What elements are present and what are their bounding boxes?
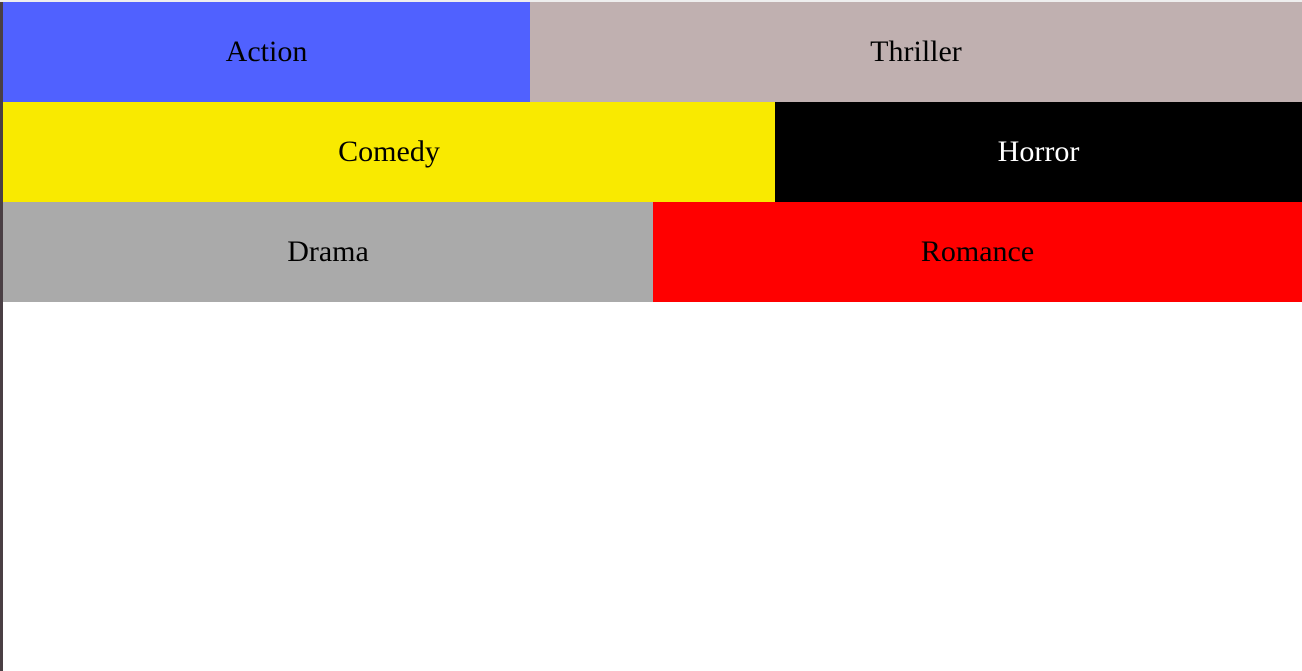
genre-tile-horror[interactable]: Horror — [775, 102, 1302, 202]
genre-tile-comedy[interactable]: Comedy — [3, 102, 775, 202]
genre-tile-thriller[interactable]: Thriller — [530, 2, 1302, 102]
genre-tile-action[interactable]: Action — [3, 2, 530, 102]
genre-row: Drama Romance — [3, 202, 1302, 302]
genre-grid: Action Thriller Comedy Horror Drama Roma… — [3, 2, 1302, 302]
genre-row: Action Thriller — [3, 2, 1302, 102]
genre-label: Romance — [920, 235, 1035, 268]
genre-label: Comedy — [338, 135, 440, 168]
genre-label: Horror — [997, 135, 1080, 168]
genre-label: Drama — [287, 235, 369, 268]
genre-tile-romance[interactable]: Romance — [653, 202, 1302, 302]
genre-label: Action — [225, 35, 308, 68]
genre-tile-drama[interactable]: Drama — [3, 202, 653, 302]
genre-row: Comedy Horror — [3, 102, 1302, 202]
genre-label: Thriller — [870, 35, 962, 68]
